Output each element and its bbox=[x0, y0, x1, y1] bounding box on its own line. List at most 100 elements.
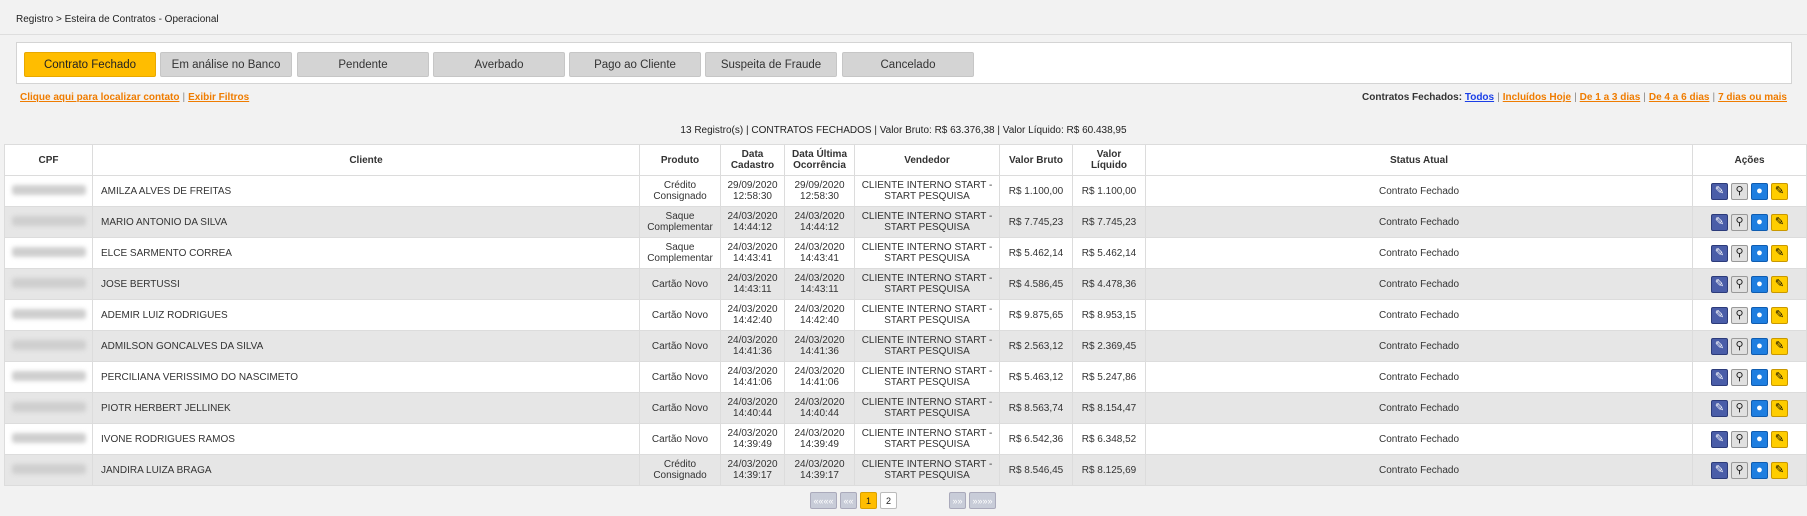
user-icon[interactable]: ● bbox=[1751, 244, 1768, 262]
filter-1-3-days-link[interactable]: De 1 a 3 dias bbox=[1580, 92, 1641, 103]
note-icon[interactable]: ✎ bbox=[1771, 399, 1788, 417]
last-page-button[interactable]: »»»» bbox=[969, 492, 996, 509]
user-icon[interactable]: ● bbox=[1751, 306, 1768, 324]
edit-icon[interactable]: ✎ bbox=[1711, 182, 1728, 200]
header-cliente[interactable]: Cliente bbox=[92, 144, 640, 176]
cliente-cell[interactable]: PERCILIANA VERISSIMO DO NASCIMETO bbox=[92, 361, 640, 393]
edit-icon[interactable]: ✎ bbox=[1711, 430, 1728, 448]
search-user-icon[interactable]: ⚲ bbox=[1731, 213, 1748, 231]
note-icon[interactable]: ✎ bbox=[1771, 461, 1788, 479]
search-user-icon[interactable]: ⚲ bbox=[1731, 430, 1748, 448]
cell-line: Crédito bbox=[663, 459, 697, 470]
search-user-icon[interactable]: ⚲ bbox=[1731, 244, 1748, 262]
locate-contact-link[interactable]: Clique aqui para localizar contato bbox=[20, 92, 179, 103]
note-icon[interactable]: ✎ bbox=[1771, 213, 1788, 231]
search-user-icon[interactable]: ⚲ bbox=[1731, 306, 1748, 324]
table-row[interactable]: ADEMIR LUIZ RODRIGUES Cartão Novo 24/03/20… bbox=[4, 299, 1807, 331]
row-actions: ✎ ⚲ ● ✎ bbox=[1697, 275, 1802, 293]
cliente-cell[interactable]: JANDIRA LUIZA BRAGA bbox=[92, 454, 640, 486]
vendedor-cell: CLIENTE INTERNO START - START PESQUISA bbox=[854, 237, 1000, 269]
filter-today-link[interactable]: Incluídos Hoje bbox=[1503, 92, 1571, 103]
search-user-icon[interactable]: ⚲ bbox=[1731, 368, 1748, 386]
note-icon[interactable]: ✎ bbox=[1771, 306, 1788, 324]
edit-icon[interactable]: ✎ bbox=[1711, 337, 1728, 355]
table-row[interactable]: ADMILSON GONCALVES DA SILVA Cartão Novo 24… bbox=[4, 330, 1807, 362]
header-cpf[interactable]: CPF bbox=[4, 144, 93, 176]
note-icon[interactable]: ✎ bbox=[1771, 182, 1788, 200]
user-icon[interactable]: ● bbox=[1751, 275, 1768, 293]
note-icon[interactable]: ✎ bbox=[1771, 337, 1788, 355]
edit-icon[interactable]: ✎ bbox=[1711, 213, 1728, 231]
first-page-button[interactable]: «««« bbox=[810, 492, 837, 509]
breadcrumb: Registro > Esteira de Contratos - Operac… bbox=[16, 14, 219, 25]
cell-line: 14:41:36 bbox=[733, 346, 772, 357]
tab-pendente[interactable]: Pendente bbox=[297, 52, 429, 77]
search-user-icon[interactable]: ⚲ bbox=[1731, 461, 1748, 479]
header-valor-bruto[interactable]: Valor Bruto bbox=[999, 144, 1073, 176]
tab-em-analise-no-banco[interactable]: Em análise no Banco bbox=[160, 52, 292, 77]
cliente-cell[interactable]: PIOTR HERBERT JELLINEK bbox=[92, 392, 640, 424]
valor-bruto-cell: R$ 9.875,65 bbox=[999, 299, 1073, 331]
table-row[interactable]: JOSE BERTUSSI Cartão Novo 24/03/2020 14:43:… bbox=[4, 268, 1807, 300]
note-icon[interactable]: ✎ bbox=[1771, 275, 1788, 293]
page-2-button[interactable]: 2 bbox=[880, 492, 897, 509]
edit-icon[interactable]: ✎ bbox=[1711, 244, 1728, 262]
redacted-cpf bbox=[11, 308, 86, 319]
edit-icon[interactable]: ✎ bbox=[1711, 275, 1728, 293]
user-icon[interactable]: ● bbox=[1751, 213, 1768, 231]
tab-pago-ao-cliente[interactable]: Pago ao Cliente bbox=[569, 52, 701, 77]
filter-4-6-days-link[interactable]: De 4 a 6 dias bbox=[1649, 92, 1710, 103]
tab-contrato-fechado[interactable]: Contrato Fechado bbox=[24, 52, 156, 77]
edit-icon[interactable]: ✎ bbox=[1711, 461, 1728, 479]
user-icon[interactable]: ● bbox=[1751, 182, 1768, 200]
header-produto[interactable]: Produto bbox=[639, 144, 721, 176]
table-row[interactable]: IVONE RODRIGUES RAMOS Cartão Novo 24/03/20… bbox=[4, 423, 1807, 455]
header-valor-liquido[interactable]: Valor Líquido bbox=[1072, 144, 1146, 176]
table-row[interactable]: MARIO ANTONIO DA SILVA Saque Complementar 2… bbox=[4, 206, 1807, 238]
header-status-atual[interactable]: Status Atual bbox=[1145, 144, 1693, 176]
cell-line: 24/03/2020 bbox=[794, 273, 845, 284]
edit-icon[interactable]: ✎ bbox=[1711, 399, 1728, 417]
search-user-icon[interactable]: ⚲ bbox=[1731, 275, 1748, 293]
user-icon[interactable]: ● bbox=[1751, 461, 1768, 479]
header-data-ultima-ocorrencia[interactable]: Data Última Ocorrência bbox=[784, 144, 855, 176]
cliente-cell[interactable]: IVONE RODRIGUES RAMOS bbox=[92, 423, 640, 455]
header-vendedor[interactable]: Vendedor bbox=[854, 144, 1000, 176]
user-icon[interactable]: ● bbox=[1751, 368, 1768, 386]
edit-icon[interactable]: ✎ bbox=[1711, 368, 1728, 386]
user-icon[interactable]: ● bbox=[1751, 430, 1768, 448]
produto-cell: Cartão Novo bbox=[639, 299, 721, 331]
cliente-cell[interactable]: ADMILSON GONCALVES DA SILVA bbox=[92, 330, 640, 362]
cliente-cell[interactable]: MARIO ANTONIO DA SILVA bbox=[92, 206, 640, 238]
cliente-cell[interactable]: JOSE BERTUSSI bbox=[92, 268, 640, 300]
note-icon[interactable]: ✎ bbox=[1771, 430, 1788, 448]
show-filters-link[interactable]: Exibir Filtros bbox=[188, 92, 249, 103]
search-user-icon[interactable]: ⚲ bbox=[1731, 399, 1748, 417]
cliente-cell[interactable]: AMILZA ALVES DE FREITAS bbox=[92, 175, 640, 207]
user-icon[interactable]: ● bbox=[1751, 337, 1768, 355]
cliente-cell[interactable]: ELCE SARMENTO CORREA bbox=[92, 237, 640, 269]
note-icon[interactable]: ✎ bbox=[1771, 244, 1788, 262]
cell-line: Crédito bbox=[663, 180, 697, 191]
table-row[interactable]: PIOTR HERBERT JELLINEK Cartão Novo 24/03/2… bbox=[4, 392, 1807, 424]
table-row[interactable]: PERCILIANA VERISSIMO DO NASCIMETO Cartão … bbox=[4, 361, 1807, 393]
tab-averbado[interactable]: Averbado bbox=[433, 52, 565, 77]
next-page-button[interactable]: »» bbox=[949, 492, 966, 509]
filter-7-plus-days-link[interactable]: 7 dias ou mais bbox=[1718, 92, 1787, 103]
page-1-button[interactable]: 1 bbox=[860, 492, 877, 509]
user-icon[interactable]: ● bbox=[1751, 399, 1768, 417]
tab-cancelado[interactable]: Cancelado bbox=[842, 52, 974, 77]
prev-page-button[interactable]: «« bbox=[840, 492, 857, 509]
note-icon[interactable]: ✎ bbox=[1771, 368, 1788, 386]
data-ultima-cell: 24/03/2020 14:43:41 bbox=[784, 237, 855, 269]
table-row[interactable]: JANDIRA LUIZA BRAGA Crédito Consignado 24/0… bbox=[4, 454, 1807, 486]
search-user-icon[interactable]: ⚲ bbox=[1731, 337, 1748, 355]
cliente-cell[interactable]: ADEMIR LUIZ RODRIGUES bbox=[92, 299, 640, 331]
table-row[interactable]: AMILZA ALVES DE FREITAS Crédito Consignado… bbox=[4, 175, 1807, 207]
table-row[interactable]: ELCE SARMENTO CORREA Saque Complementar 24/… bbox=[4, 237, 1807, 269]
header-data-cadastro[interactable]: Data Cadastro bbox=[720, 144, 785, 176]
tab-suspeita-de-fraude[interactable]: Suspeita de Fraude bbox=[705, 52, 837, 77]
search-user-icon[interactable]: ⚲ bbox=[1731, 182, 1748, 200]
edit-icon[interactable]: ✎ bbox=[1711, 306, 1728, 324]
filter-all-link[interactable]: Todos bbox=[1465, 92, 1494, 103]
